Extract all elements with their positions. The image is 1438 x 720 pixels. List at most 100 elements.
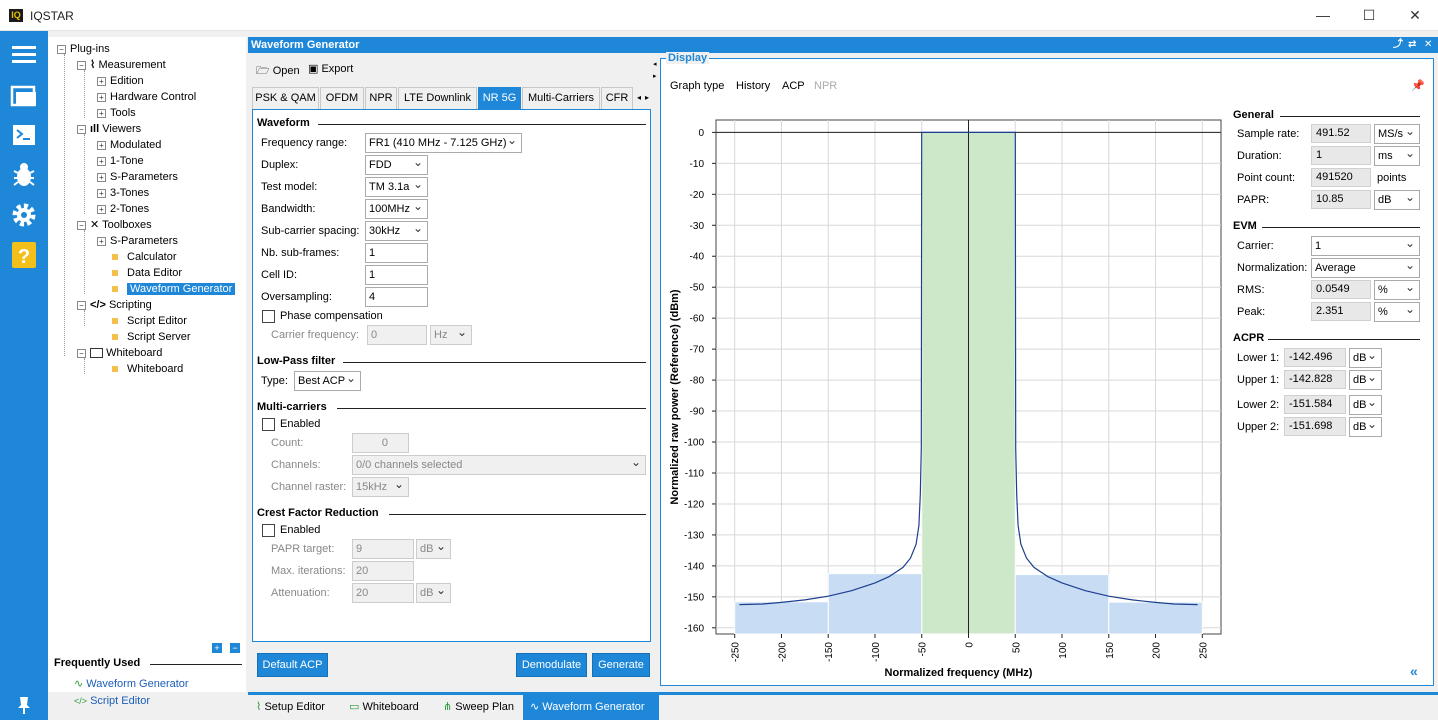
collapse-icon[interactable]: − bbox=[77, 220, 86, 230]
maximize-button[interactable]: ☐ bbox=[1346, 0, 1392, 31]
expand-right-icon[interactable]: ▸ bbox=[653, 72, 657, 80]
tree-item-s-parameters-viewer[interactable]: + S-Parameters bbox=[97, 169, 178, 185]
tab-lte-downlink[interactable]: LTE Downlink bbox=[398, 87, 477, 109]
graph-type-menu[interactable]: Graph type bbox=[670, 80, 724, 92]
pin-icon[interactable]: 📌 bbox=[1411, 79, 1425, 92]
tree-item-viewers[interactable]: − ıll Viewers bbox=[77, 121, 141, 137]
bottom-tab-sweep-plan[interactable]: ⋔ Sweep Plan bbox=[443, 695, 514, 720]
folder-icon[interactable] bbox=[6, 78, 42, 114]
carrier-frequency-unit-select[interactable]: Hz bbox=[430, 325, 472, 345]
sample-rate-unit-select[interactable]: MS/s bbox=[1374, 124, 1420, 144]
lower2-unit-select[interactable]: dB bbox=[1349, 395, 1382, 415]
count-spinbox[interactable]: 0 bbox=[352, 433, 409, 453]
minimize-button[interactable]: — bbox=[1300, 0, 1346, 31]
tab-ofdm[interactable]: OFDM bbox=[320, 87, 364, 109]
float-icon[interactable]: ⤴ bbox=[1393, 37, 1403, 53]
expand-icon[interactable]: + bbox=[97, 92, 106, 102]
history-menu[interactable]: History bbox=[736, 80, 770, 92]
tab-scroll-right-icon[interactable]: ▸ bbox=[645, 93, 649, 102]
expand-all-icon[interactable]: + bbox=[212, 643, 222, 653]
duplex-select[interactable]: FDD bbox=[365, 155, 428, 175]
upper2-unit-select[interactable]: dB bbox=[1349, 417, 1382, 437]
tree-item-script-server[interactable]: Script Server bbox=[112, 329, 191, 345]
collapse-panel-icon[interactable]: « bbox=[1410, 663, 1418, 679]
tab-npr[interactable]: NPR bbox=[365, 87, 397, 109]
lowpass-type-select[interactable]: Best ACP bbox=[294, 371, 361, 391]
collapse-icon[interactable]: − bbox=[77, 300, 86, 310]
expand-icon[interactable]: + bbox=[97, 188, 106, 198]
demodulate-button[interactable]: Demodulate bbox=[516, 653, 587, 677]
tab-multi-carriers[interactable]: Multi-Carriers bbox=[522, 87, 600, 109]
upper1-unit-select[interactable]: dB bbox=[1349, 370, 1382, 390]
tree-item-tools[interactable]: + Tools bbox=[97, 105, 136, 121]
test-model-select[interactable]: TM 3.1a bbox=[365, 177, 428, 197]
bottom-tab-whiteboard[interactable]: ▭ Whiteboard bbox=[349, 695, 419, 720]
cfr-enabled-checkbox[interactable] bbox=[262, 524, 275, 537]
tree-item-whiteboard[interactable]: − Whiteboard bbox=[77, 345, 162, 361]
menu-icon[interactable] bbox=[6, 37, 42, 73]
multicarriers-enabled-checkbox[interactable] bbox=[262, 418, 275, 431]
frequently-used-waveform-generator[interactable]: ∿ Waveform Generator bbox=[74, 677, 189, 690]
open-button[interactable]: 🗁 Open bbox=[256, 62, 300, 81]
collapse-left-icon[interactable]: ◂ bbox=[653, 60, 657, 68]
expand-icon[interactable]: + bbox=[97, 140, 106, 150]
tab-cfr[interactable]: CFR bbox=[601, 87, 633, 109]
expand-icon[interactable]: + bbox=[97, 236, 106, 246]
default-acp-button[interactable]: Default ACP bbox=[257, 653, 328, 677]
expand-icon[interactable]: + bbox=[97, 204, 106, 214]
expand-icon[interactable]: + bbox=[97, 108, 106, 118]
channels-select[interactable]: 0/0 channels selected bbox=[352, 455, 646, 475]
expand-icon[interactable]: + bbox=[97, 76, 106, 86]
tree-item-scripting[interactable]: − </> Scripting bbox=[77, 297, 152, 313]
max-iterations-input[interactable]: 20 bbox=[352, 561, 414, 581]
papr-unit-select[interactable]: dB bbox=[1374, 190, 1420, 210]
tree-item-2-tones[interactable]: +2-Tones bbox=[97, 201, 149, 217]
collapse-icon[interactable]: − bbox=[57, 44, 66, 54]
tab-scroll-left-icon[interactable]: ◂ bbox=[637, 93, 641, 102]
tree-item-s-parameters-toolbox[interactable]: + S-Parameters bbox=[97, 233, 178, 249]
pin-icon[interactable] bbox=[6, 693, 42, 717]
tab-psk-qam[interactable]: PSK & QAM bbox=[252, 87, 319, 109]
tree-item-calculator[interactable]: Calculator bbox=[112, 249, 177, 265]
collapse-icon[interactable]: − bbox=[77, 60, 86, 70]
tree-item-modulated[interactable]: + Modulated bbox=[97, 137, 161, 153]
frequently-used-script-editor[interactable]: </> Script Editor bbox=[74, 695, 150, 707]
export-button[interactable]: ▣ Export bbox=[308, 62, 353, 75]
channel-raster-select[interactable]: 15kHz bbox=[352, 477, 409, 497]
generate-button[interactable]: Generate bbox=[592, 653, 650, 677]
acp-menu[interactable]: ACP bbox=[782, 80, 805, 92]
tree-item-edition[interactable]: + Edition bbox=[97, 73, 144, 89]
help-icon[interactable]: ? bbox=[6, 237, 42, 273]
lower1-unit-select[interactable]: dB bbox=[1349, 348, 1382, 368]
scs-select[interactable]: 30kHz bbox=[365, 221, 428, 241]
swap-icon[interactable]: ⇄ bbox=[1408, 37, 1416, 53]
tab-nr-5g[interactable]: NR 5G bbox=[478, 87, 521, 109]
settings-gear-icon[interactable] bbox=[6, 197, 42, 233]
tree-item-measurement[interactable]: − ⌇ Measurement bbox=[77, 57, 166, 73]
papr-target-unit-select[interactable]: dB bbox=[416, 539, 451, 559]
spectrum-chart[interactable]: -250 -200 -150 -100 -50 0 50 100 150 200 250 0 -10 -2… bbox=[662, 100, 1224, 685]
tree-item-3-tones[interactable]: +3-Tones bbox=[97, 185, 149, 201]
close-button[interactable]: ✕ bbox=[1392, 0, 1438, 31]
carrier-frequency-input[interactable]: 0 bbox=[367, 325, 427, 345]
subframes-input[interactable]: 1 bbox=[365, 243, 428, 263]
collapse-icon[interactable]: − bbox=[77, 348, 86, 358]
normalization-select[interactable]: Average bbox=[1311, 258, 1420, 278]
attenuation-input[interactable]: 20 bbox=[352, 583, 414, 603]
phase-compensation-checkbox[interactable] bbox=[262, 310, 275, 323]
close-panel-icon[interactable]: ✕ bbox=[1424, 37, 1432, 53]
collapse-all-icon[interactable]: − bbox=[230, 643, 240, 653]
tree-item-hardware-control[interactable]: + Hardware Control bbox=[97, 89, 196, 105]
tree-item-plugins[interactable]: − Plug-ins bbox=[57, 41, 110, 57]
expand-icon[interactable]: + bbox=[97, 172, 106, 182]
bug-icon[interactable] bbox=[6, 157, 42, 193]
tree-item-waveform-generator[interactable]: Waveform Generator bbox=[112, 281, 236, 297]
console-icon[interactable] bbox=[6, 117, 42, 153]
carrier-select[interactable]: 1 bbox=[1311, 236, 1420, 256]
peak-unit-select[interactable]: % bbox=[1374, 302, 1420, 322]
tree-item-script-editor[interactable]: Script Editor bbox=[112, 313, 187, 329]
papr-target-input[interactable]: 9 bbox=[352, 539, 414, 559]
expand-icon[interactable]: + bbox=[97, 156, 106, 166]
bottom-tab-waveform-generator[interactable]: ∿ Waveform Generator bbox=[523, 695, 659, 720]
npr-menu[interactable]: NPR bbox=[814, 80, 837, 92]
